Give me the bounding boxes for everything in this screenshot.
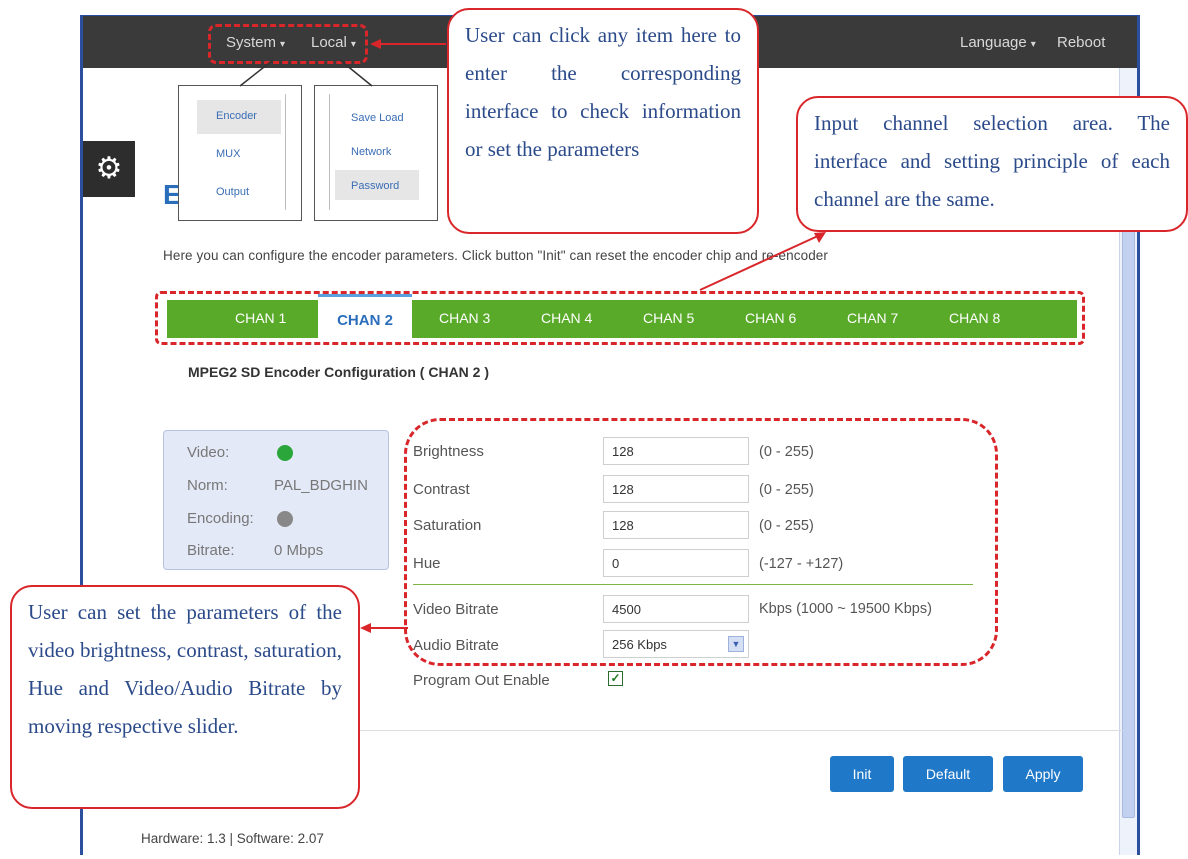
channel-highlight-box [155, 291, 1085, 345]
nav-language-label: Language [960, 34, 1027, 51]
status-panel: Video: Norm: PAL_BDGHIN Encoding: Bitrat… [163, 430, 389, 570]
nav-language[interactable]: Language ▾ [960, 34, 1036, 51]
program-out-label: Program Out Enable [413, 672, 550, 689]
bitrate-value: 0 Mbps [274, 542, 324, 559]
settings-gear-icon[interactable]: ⚙ [83, 141, 135, 197]
menu-item-encoder[interactable]: Encoder [216, 110, 257, 122]
params-highlight-box [404, 418, 998, 666]
menu-item-save-load[interactable]: Save Load [351, 112, 404, 124]
local-dropdown-menu: Save Load Network Password [314, 85, 438, 221]
menu-item-output[interactable]: Output [216, 186, 249, 198]
chevron-down-icon: ▾ [1030, 39, 1036, 50]
norm-value: PAL_BDGHIN [274, 477, 368, 494]
menu-item-password[interactable]: Password [351, 180, 399, 192]
init-button[interactable]: Init [830, 756, 894, 792]
menu-separator [285, 94, 286, 210]
program-out-checkbox[interactable]: ✓ [608, 671, 623, 686]
config-title: MPEG2 SD Encoder Configuration ( CHAN 2 … [188, 364, 490, 380]
screenshot-stage: System ▾ Local ▾ Language ▾ Reboot ⚙ E Here… [0, 0, 1188, 859]
callout-channel: Input channel selection area. The interf… [796, 96, 1188, 232]
default-button[interactable]: Default [903, 756, 993, 792]
bitrate-label: Bitrate: [187, 542, 235, 559]
page-description: Here you can configure the encoder param… [163, 248, 829, 263]
encoding-label: Encoding: [187, 510, 254, 527]
menu-item-mux[interactable]: MUX [216, 148, 240, 160]
video-status-indicator [277, 445, 293, 461]
menu-item-network[interactable]: Network [351, 146, 391, 158]
callout-params: User can set the parameters of the video… [10, 585, 360, 809]
apply-button[interactable]: Apply [1003, 756, 1083, 792]
system-dropdown-menu: Encoder MUX Output [178, 85, 302, 221]
callout-menu: User can click any item here to enter th… [447, 8, 759, 234]
encoding-status-indicator [277, 511, 293, 527]
norm-label: Norm: [187, 477, 228, 494]
version-footer: Hardware: 1.3 | Software: 2.07 [141, 831, 324, 846]
nav-reboot[interactable]: Reboot [1057, 34, 1105, 51]
menu-separator [329, 94, 330, 210]
video-label: Video: [187, 444, 230, 461]
nav-highlight-box [208, 24, 368, 64]
